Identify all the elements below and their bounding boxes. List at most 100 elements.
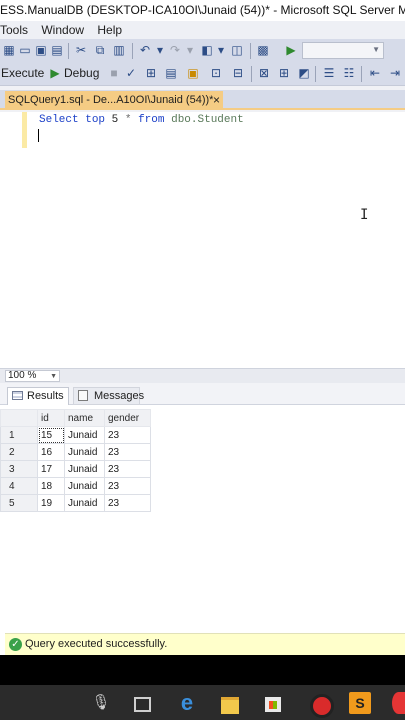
keyword-select: Select (39, 114, 79, 126)
chrome-icon[interactable] (308, 692, 334, 718)
tab-title: SQLQuery1.sql - De...A10OI\Junaid (54))* (8, 94, 214, 106)
row-number-header[interactable] (0, 409, 38, 427)
navigate-dropdown-icon[interactable]: ▾ (214, 43, 228, 57)
redo-icon[interactable]: ↷ (168, 43, 182, 57)
window-title: ESS.ManualDB (DESKTOP-ICA10OI\Junaid (54… (0, 0, 405, 21)
increase-indent-icon[interactable]: ⇥ (388, 66, 402, 80)
paste-icon[interactable]: ▥ (112, 43, 126, 57)
text-caret (38, 129, 39, 142)
copy-icon[interactable]: ⧉ (93, 43, 107, 57)
comment-lines-icon[interactable]: ☰ (322, 66, 336, 80)
app-icon[interactable] (392, 692, 405, 714)
menu-help[interactable]: Help (97, 21, 126, 39)
cell-id[interactable]: 19 (37, 494, 65, 512)
cell-id[interactable]: 18 (37, 477, 65, 495)
store-icon[interactable] (262, 692, 284, 714)
cell-id[interactable]: 17 (37, 460, 65, 478)
cancel-query-icon[interactable]: ■ (107, 66, 121, 80)
query-designer-icon[interactable]: ▤ (164, 66, 178, 80)
undo-icon[interactable]: ↶ (138, 43, 152, 57)
cell-gender[interactable]: 23 (104, 426, 151, 444)
table-name: dbo.Student (171, 114, 244, 126)
table-row: 2 16 Junaid 23 (0, 443, 151, 461)
cell-name[interactable]: Junaid (64, 460, 105, 478)
toolbar-separator (250, 43, 251, 59)
zoom-bar: 100 % ▼ (0, 368, 405, 383)
menu-window[interactable]: Window (41, 21, 88, 39)
results-grid[interactable]: id name gender 1 15 Junaid 23 2 16 Junai… (0, 409, 151, 512)
navigate-backward-icon[interactable]: ◧ (200, 43, 214, 57)
cell-id[interactable]: 16 (37, 443, 65, 461)
debug-target-icon[interactable]: ▩ (256, 43, 270, 57)
live-statistics-icon[interactable]: ⊟ (231, 66, 245, 80)
query-editor[interactable]: Select top 5 * from dbo.Student I (0, 112, 405, 368)
save-icon[interactable]: ▣ (34, 43, 48, 57)
open-file-icon[interactable]: ▭ (18, 43, 32, 57)
column-header-name[interactable]: name (64, 409, 105, 427)
find-icon[interactable]: ◫ (230, 43, 244, 57)
microphone-icon[interactable]: 🎙 (90, 692, 112, 714)
row-number[interactable]: 2 (0, 443, 38, 461)
results-to-text-icon[interactable]: ⊠ (257, 66, 271, 80)
file-explorer-icon[interactable] (219, 692, 241, 714)
menu-tools[interactable]: Tools (0, 21, 32, 39)
query-line-1: Select top 5 * from dbo.Student (39, 113, 244, 127)
menu-bar: Tools Window Help (0, 21, 405, 39)
comment-icon[interactable]: ◩ (297, 66, 311, 80)
sublime-text-icon[interactable]: S (349, 692, 371, 714)
cell-name[interactable]: Junaid (64, 443, 105, 461)
zoom-dropdown[interactable]: 100 % ▼ (5, 370, 60, 382)
cell-id[interactable]: 15 (37, 426, 65, 444)
change-tracking-margin (22, 112, 27, 148)
start-debug-icon[interactable]: ▶ (284, 43, 298, 57)
debug-button[interactable]: Debug (64, 66, 99, 81)
toolbar-separator (132, 43, 133, 59)
table-row: 4 18 Junaid 23 (0, 477, 151, 495)
undo-dropdown-icon[interactable]: ▾ (153, 43, 167, 57)
chevron-down-icon: ▼ (50, 373, 57, 380)
results-pane: Results Messages id name gender 1 15 Jun… (0, 383, 405, 632)
cell-gender[interactable]: 23 (104, 443, 151, 461)
row-number[interactable]: 5 (0, 494, 38, 512)
cell-name[interactable]: Junaid (64, 494, 105, 512)
tab-results[interactable]: Results (7, 387, 69, 405)
cut-icon[interactable]: ✂ (74, 43, 88, 57)
database-dropdown[interactable]: ▼ (302, 42, 384, 59)
row-number[interactable]: 3 (0, 460, 38, 478)
include-actual-plan-icon[interactable]: ⊡ (209, 66, 223, 80)
execute-button[interactable]: Execute (1, 66, 44, 81)
decrease-indent-icon[interactable]: ⇤ (368, 66, 382, 80)
results-tab-strip: Results Messages (0, 383, 405, 405)
query-status-bar: ✓ Query executed successfully. (5, 633, 405, 655)
close-icon[interactable]: × (213, 91, 220, 109)
standard-toolbar: ▦ ▭ ▣ ▤ ✂ ⧉ ▥ ↶ ▾ ↷ ▾ ◧ ▾ ◫ ▩ ▶ ▼ (0, 39, 405, 63)
chevron-down-icon: ▼ (372, 45, 380, 54)
cell-name[interactable]: Junaid (64, 477, 105, 495)
tab-messages-label: Messages (94, 390, 145, 402)
new-project-icon[interactable]: ▦ (2, 43, 16, 57)
tab-messages[interactable]: Messages (73, 387, 144, 405)
cell-gender[interactable]: 23 (104, 477, 151, 495)
row-number[interactable]: 4 (0, 477, 38, 495)
tab-sqlquery1[interactable]: SQLQuery1.sql - De...A10OI\Junaid (54))*… (5, 91, 223, 110)
table-row: 5 19 Junaid 23 (0, 494, 151, 512)
zoom-value: 100 % (8, 370, 37, 381)
row-number[interactable]: 1 (0, 426, 38, 444)
parse-icon[interactable]: ✓ (124, 66, 138, 80)
save-all-icon[interactable]: ▤ (50, 43, 64, 57)
task-view-icon[interactable] (130, 692, 152, 714)
toolbar-separator (68, 43, 69, 59)
results-to-file-icon[interactable]: ⊞ (277, 66, 291, 80)
uncomment-lines-icon[interactable]: ☷ (342, 66, 356, 80)
column-header-id[interactable]: id (37, 409, 65, 427)
cell-name[interactable]: Junaid (64, 426, 105, 444)
keyword-from: from (138, 114, 165, 126)
cell-gender[interactable]: 23 (104, 494, 151, 512)
results-to-grid-icon[interactable]: ▣ (186, 66, 200, 80)
redo-dropdown-icon[interactable]: ▾ (183, 43, 197, 57)
edge-icon[interactable]: e (176, 692, 198, 714)
column-header-gender[interactable]: gender (104, 409, 151, 427)
display-plan-icon[interactable]: ⊞ (144, 66, 158, 80)
cell-gender[interactable]: 23 (104, 460, 151, 478)
debug-play-icon[interactable]: ▶ (48, 66, 62, 80)
